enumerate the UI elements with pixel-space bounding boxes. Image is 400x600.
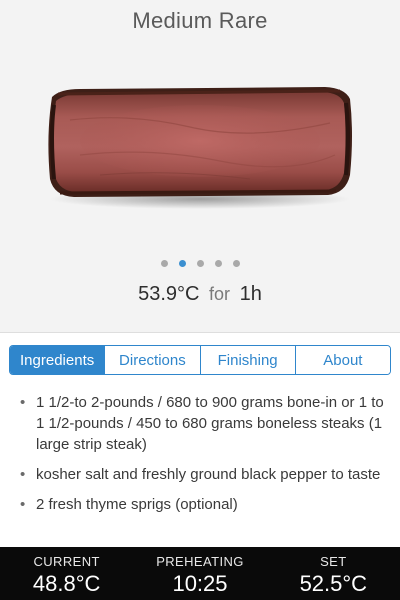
status-label: PREHEATING [156,554,244,569]
cook-summary: 53.9°C for 1h [0,283,400,306]
status-panel: PREHEATING 10:25 [133,547,266,600]
status-timer: 10:25 [172,571,228,596]
ingredients-list: 1 1/2-to 2-pounds / 680 to 900 grams bon… [20,392,390,524]
carousel-dot[interactable] [160,260,168,267]
carousel-indicator [0,260,400,267]
current-temp-panel: CURRENT 48.8°C [0,547,133,600]
list-item: 1 1/2-to 2-pounds / 680 to 900 grams bon… [20,392,390,455]
list-item: 2 fresh thyme sprigs (optional) [20,494,390,515]
for-label: for [209,284,231,304]
doneness-title: Medium Rare [132,8,268,33]
current-value: 48.8°C [32,571,101,596]
set-value: 52.5°C [299,571,368,596]
tab-about[interactable]: About [294,346,390,374]
target-temperature: 53.9°C [138,283,200,305]
tab-finishing[interactable]: Finishing [199,346,295,374]
list-item: kosher salt and freshly ground black pep… [20,464,390,485]
carousel-dot[interactable] [232,260,240,267]
carousel-dot[interactable] [196,260,204,267]
hero-section: Medium Rare 53.9°C for 1h [0,0,400,333]
carousel-dot[interactable] [214,260,222,267]
set-temp-panel: SET 52.5°C [267,547,400,600]
status-bar: CURRENT 48.8°C PREHEATING 10:25 SET 52.5… [0,547,400,600]
cook-duration: 1h [239,283,262,305]
recipe-tabs: Ingredients Directions Finishing About [9,345,391,375]
steak-image[interactable] [40,75,360,215]
set-label: SET [320,554,347,569]
tab-directions[interactable]: Directions [104,346,200,374]
tab-ingredients[interactable]: Ingredients [10,346,105,374]
current-label: CURRENT [33,554,100,569]
carousel-dot[interactable] [178,260,186,267]
